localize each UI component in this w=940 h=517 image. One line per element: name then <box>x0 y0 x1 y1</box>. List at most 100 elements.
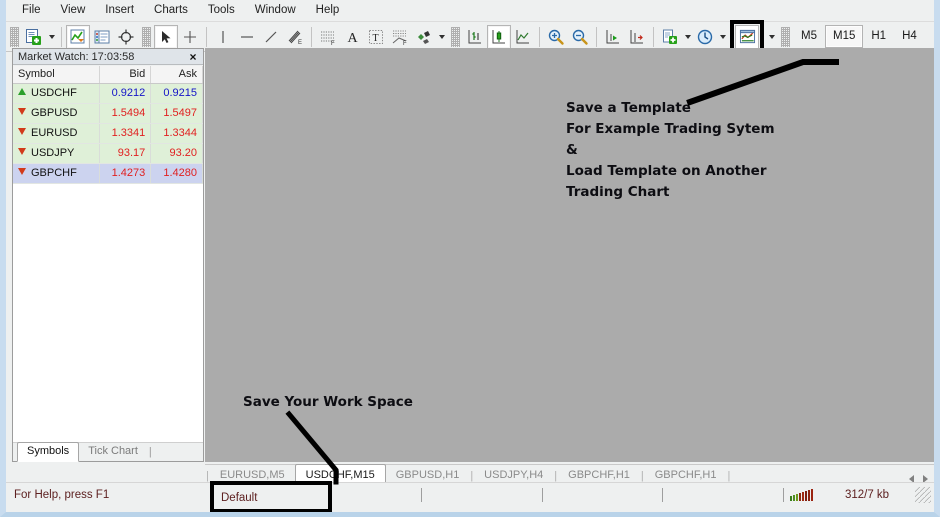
workspace-default-label[interactable]: Default <box>221 492 257 504</box>
equidistant-channel-icon[interactable]: E <box>283 25 307 49</box>
bar-chart-button[interactable] <box>463 25 487 49</box>
bid-cell: 0.9212 <box>99 83 151 103</box>
bid-cell: 1.3341 <box>99 123 151 143</box>
symbol-label: GBPUSD <box>31 107 77 119</box>
tab-tick-chart[interactable]: Tick Chart <box>79 443 147 461</box>
menu-item-file[interactable]: File <box>12 0 51 21</box>
annotation-template-note: Save a Template For Example Trading Syte… <box>566 98 775 203</box>
toolbar-separator-4 <box>539 27 540 47</box>
timeframe-h1[interactable]: H1 <box>863 25 894 48</box>
bid-cell: 1.4273 <box>99 163 151 183</box>
crosshair-target-icon[interactable] <box>114 25 138 49</box>
status-cell-1 <box>422 488 542 502</box>
periodicity-button[interactable] <box>693 25 717 49</box>
close-icon[interactable]: × <box>186 49 200 64</box>
arrow-down-icon <box>18 168 26 175</box>
market-watch-table: Symbol Bid Ask USDCHF 0.9212 0.9215 <box>13 66 203 184</box>
toolbar-grip-2[interactable] <box>142 27 151 47</box>
table-row[interactable]: USDCHF 0.9212 0.9215 <box>13 83 203 103</box>
signal-bar <box>793 495 795 501</box>
timeframe-m15[interactable]: M15 <box>825 25 863 48</box>
arrow-up-icon <box>18 88 26 95</box>
timeframe-m5[interactable]: M5 <box>793 25 825 48</box>
arrow-down-icon <box>18 108 26 115</box>
new-chart-button[interactable] <box>22 25 46 49</box>
periodicity-dropdown[interactable] <box>717 25 728 49</box>
timeframe-h4[interactable]: H4 <box>894 25 925 48</box>
menu-item-charts[interactable]: Charts <box>144 0 198 21</box>
vertical-line-icon[interactable] <box>211 25 235 49</box>
signal-bar <box>808 490 810 501</box>
navigator-button[interactable] <box>90 25 114 49</box>
toolbar-separator-1 <box>61 27 62 47</box>
zoom-in-button[interactable] <box>544 25 568 49</box>
signal-bar <box>799 493 801 501</box>
fibonacci-fan-icon[interactable]: F <box>388 25 412 49</box>
table-header-row: Symbol Bid Ask <box>13 66 203 83</box>
toolbar-separator-6 <box>653 27 654 47</box>
chart-shift-button[interactable] <box>625 25 649 49</box>
svg-text:A: A <box>348 31 359 46</box>
market-watch-button[interactable] <box>66 25 90 49</box>
text-label-icon[interactable]: T <box>364 25 388 49</box>
status-help-text: For Help, press F1 <box>6 489 211 501</box>
toolbar-grip-1[interactable] <box>10 27 19 47</box>
status-cell-3 <box>663 488 783 502</box>
status-traffic-label: 312/7 kb <box>819 489 915 501</box>
column-header-symbol[interactable]: Symbol <box>13 66 99 83</box>
toolbar-grip-3[interactable] <box>451 27 460 47</box>
fibonacci-retracement-icon[interactable]: F <box>316 25 340 49</box>
ask-cell: 1.3344 <box>151 123 203 143</box>
templates-icon <box>735 25 759 49</box>
menu-item-help[interactable]: Help <box>306 0 350 21</box>
table-row[interactable]: GBPUSD 1.5494 1.5497 <box>13 103 203 123</box>
table-row[interactable]: GBPCHF 1.4273 1.4280 <box>13 163 203 183</box>
market-watch-panel: Market Watch: 17:03:58 × Symbol Bid Ask … <box>12 48 204 462</box>
symbol-label: GBPCHF <box>31 167 77 179</box>
status-cell-2 <box>543 488 663 502</box>
symbol-cell: EURUSD <box>13 123 99 143</box>
market-watch-table-container[interactable]: Symbol Bid Ask USDCHF 0.9212 0.9215 <box>13 66 203 442</box>
tab-symbols[interactable]: Symbols <box>17 442 79 462</box>
indicators-button[interactable] <box>658 25 682 49</box>
chart-workspace[interactable]: Save a Template For Example Trading Syte… <box>205 48 934 462</box>
arrow-down-icon <box>18 148 26 155</box>
market-watch-tabs: Symbols Tick Chart | <box>13 442 203 461</box>
trendline-icon[interactable] <box>259 25 283 49</box>
bid-cell: 1.5494 <box>99 103 151 123</box>
indicators-dropdown[interactable] <box>682 25 693 49</box>
menu-bar: File View Insert Charts Tools Window Hel… <box>6 0 934 22</box>
signal-bar <box>802 492 804 501</box>
resize-grip[interactable] <box>915 487 931 503</box>
new-chart-dropdown[interactable] <box>46 25 57 49</box>
symbol-cell: USDJPY <box>13 143 99 163</box>
shapes-icon[interactable] <box>412 25 436 49</box>
shapes-dropdown[interactable] <box>436 25 447 49</box>
symbol-cell: GBPUSD <box>13 103 99 123</box>
column-header-bid[interactable]: Bid <box>99 66 151 83</box>
candlestick-chart-button[interactable] <box>487 25 511 49</box>
toolbar-grip-4[interactable] <box>781 27 790 47</box>
toolbar-separator-3 <box>311 27 312 47</box>
auto-scroll-button[interactable] <box>601 25 625 49</box>
menu-item-view[interactable]: View <box>51 0 96 21</box>
cursor-icon[interactable] <box>154 25 178 49</box>
line-chart-button[interactable] <box>511 25 535 49</box>
ask-cell: 93.20 <box>151 143 203 163</box>
tab-divider: | <box>147 444 154 461</box>
text-icon[interactable]: A <box>340 25 364 49</box>
annotation-workspace-note: Save Your Work Space <box>243 392 413 413</box>
menu-item-tools[interactable]: Tools <box>198 0 245 21</box>
column-header-ask[interactable]: Ask <box>151 66 203 83</box>
horizontal-line-icon[interactable] <box>235 25 259 49</box>
toolbar-separator-2 <box>206 27 207 47</box>
signal-bar <box>811 489 813 501</box>
zoom-out-button[interactable] <box>568 25 592 49</box>
menu-item-insert[interactable]: Insert <box>95 0 144 21</box>
table-row[interactable]: EURUSD 1.3341 1.3344 <box>13 123 203 143</box>
connection-signal-icon[interactable] <box>784 488 819 501</box>
menu-item-window[interactable]: Window <box>245 0 306 21</box>
templates-dropdown[interactable] <box>766 25 777 49</box>
crosshair-icon[interactable] <box>178 25 202 49</box>
table-row[interactable]: USDJPY 93.17 93.20 <box>13 143 203 163</box>
